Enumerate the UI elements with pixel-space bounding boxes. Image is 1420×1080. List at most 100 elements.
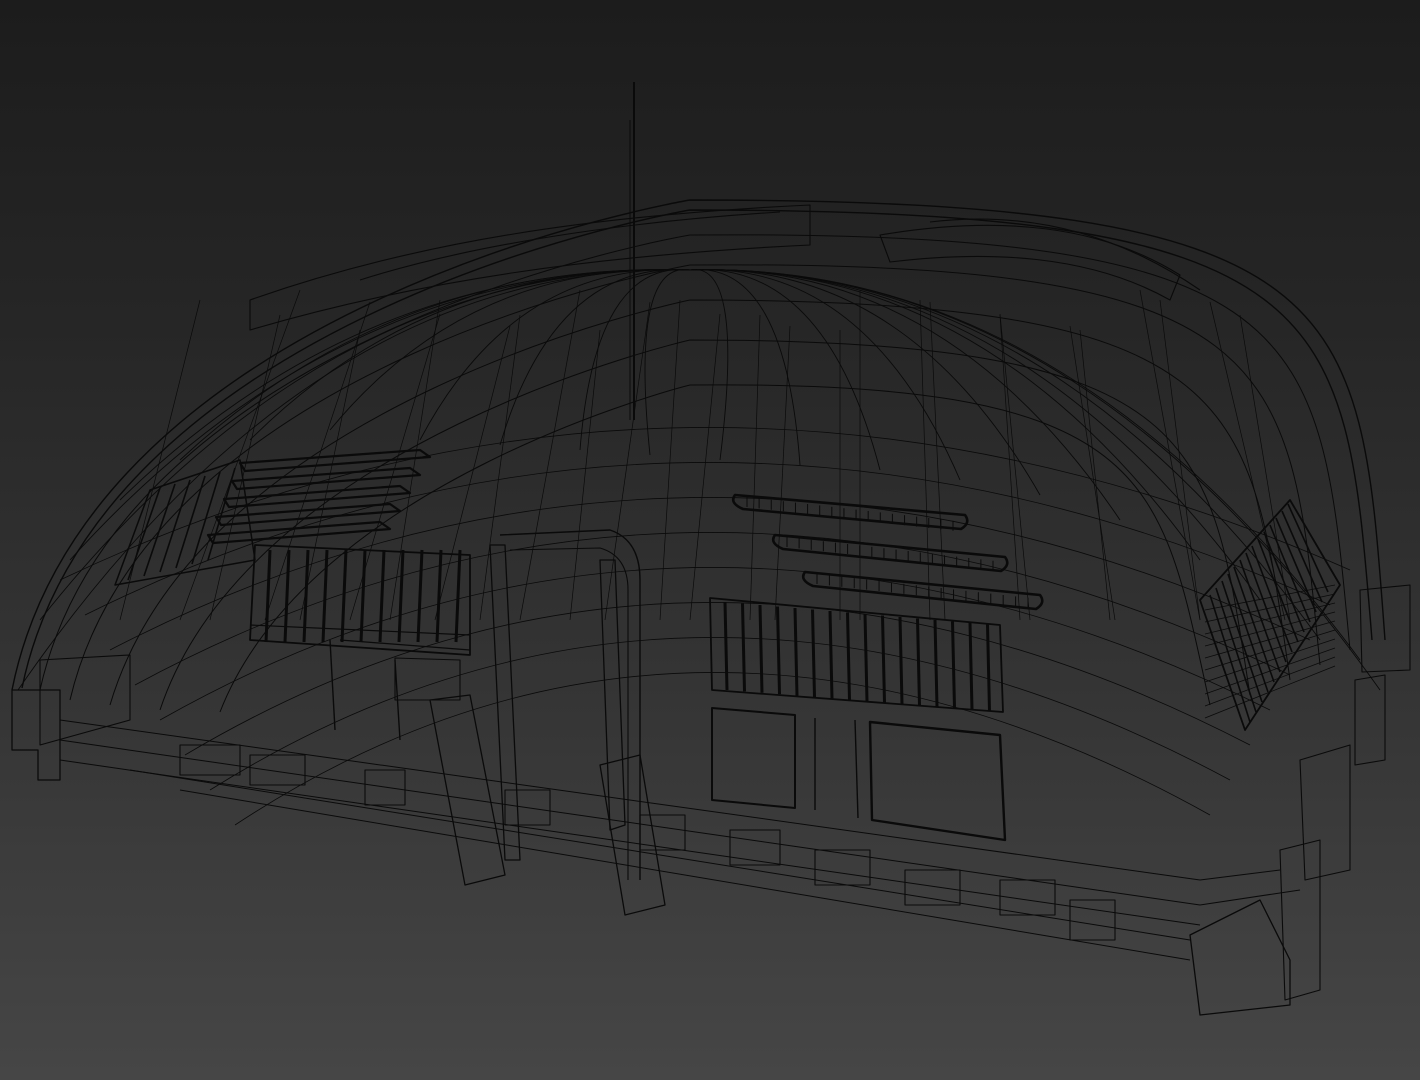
right-window-divider [854, 719, 859, 819]
side-panel-bar [1221, 580, 1263, 703]
dome-lattice-line [479, 314, 521, 621]
right-base-tower [1189, 899, 1291, 1016]
base-wall-band [59, 719, 1201, 881]
entrance-pillar [429, 694, 506, 886]
right-grille-bar [933, 619, 939, 707]
dome-rib [689, 269, 1321, 641]
left-base-face [39, 654, 131, 746]
base-footing [814, 849, 871, 886]
wireframe-model [11, 82, 1411, 1016]
base-footing [179, 744, 241, 776]
dome-lattice-line [919, 299, 931, 621]
left-grille-bar [378, 549, 386, 643]
right-grille-bar [758, 604, 764, 693]
right-grille-bar [776, 606, 781, 695]
dome-ribs [17, 269, 1381, 826]
dome-lattice-line [689, 313, 721, 621]
dome-shell [11, 199, 1386, 713]
base-wall-band [1199, 889, 1301, 906]
left-upper-bar [207, 467, 236, 561]
left-grille-bar [283, 549, 291, 643]
dome-cross-rib [209, 637, 1231, 791]
base-footing [729, 829, 781, 866]
right-grille-bar [811, 609, 816, 698]
roof-cap-band [879, 224, 1181, 301]
3d-viewport[interactable] [0, 0, 1420, 1080]
dome-lattice-line [1139, 289, 1201, 621]
door-jamb [329, 639, 336, 731]
right-grille-bar [986, 624, 991, 712]
roof-vent [731, 493, 969, 531]
right-grille [709, 597, 1007, 842]
dome-rib [644, 269, 691, 456]
dome-cross-rib [184, 602, 1251, 756]
left-grille-bar [416, 549, 424, 643]
dome-shell-curve [219, 384, 1211, 713]
dome-rib [689, 269, 1261, 601]
left-grille-bar [435, 549, 443, 643]
dome-lattice-line [659, 299, 681, 621]
left-base-block [11, 689, 61, 781]
left-upper-bar [175, 475, 206, 569]
right-base-column [1299, 744, 1351, 881]
entrance-lintel [339, 639, 471, 651]
right-grille-bar [846, 612, 851, 700]
right-window [711, 707, 796, 809]
left-upper-bar [127, 487, 161, 581]
base-footing [1069, 899, 1116, 941]
right-grille-bar [723, 601, 729, 691]
dome-lattice-line [1209, 301, 1286, 621]
left-grille-bar [340, 549, 348, 643]
dome-cross-rib [234, 672, 1211, 826]
right-grille-frame [709, 597, 1004, 713]
dome-rib [689, 269, 729, 461]
dome-lattice-line [519, 289, 581, 621]
dome-rib [119, 269, 691, 501]
base-footing [249, 754, 306, 786]
dome-lattice-line [774, 325, 791, 621]
dome-lattice-line [604, 301, 651, 621]
dome-rib [689, 269, 961, 481]
right-base-column [1279, 839, 1321, 1001]
side-panel [1199, 499, 1341, 731]
side-panel-rail [1204, 665, 1336, 719]
dome-lattice-line [1239, 314, 1291, 621]
roof-vent [771, 533, 1009, 573]
dome-lattice-line [1159, 299, 1201, 621]
right-grille-bar [881, 615, 886, 703]
base-wall-band [1199, 869, 1281, 881]
dome-lattice-line [569, 329, 601, 621]
right-base-column [1359, 584, 1411, 673]
dome-lattice-line [1069, 325, 1116, 621]
right-grille-bar [968, 622, 974, 710]
side-panel-frame [1199, 499, 1341, 731]
roof-vent [801, 570, 1044, 611]
dome-rib [689, 269, 801, 466]
side-panel-bar [1227, 573, 1269, 693]
dome-lattice-line [1079, 329, 1111, 621]
dome-shell-curve [69, 264, 1321, 701]
dome-lattice-line [929, 301, 946, 621]
right-grille-bar [951, 621, 956, 709]
dome-rib [689, 269, 1041, 496]
base-footing [904, 869, 961, 906]
right-grille-bar [916, 618, 921, 706]
base-wall-band [59, 759, 1201, 926]
dome-lattice-line [749, 314, 761, 621]
left-grille-bar [454, 549, 462, 643]
right-grille-bar [898, 616, 904, 705]
dome-lattice-line [434, 325, 511, 621]
left-grille-bar [264, 549, 272, 643]
roof-vents [731, 493, 1044, 611]
left-upper-bar [143, 483, 176, 577]
dome-rib [329, 269, 691, 431]
right-base-column [1354, 674, 1386, 766]
dome-shell-curve [21, 209, 1373, 689]
right-grille-bar [828, 610, 834, 699]
left-grille-bar [359, 549, 367, 643]
dome-shell-curve [11, 199, 1386, 691]
left-upper-panel [114, 459, 256, 586]
right-grille-bar [793, 607, 799, 696]
dome-rib [419, 269, 691, 441]
left-grille-slat [206, 520, 392, 545]
